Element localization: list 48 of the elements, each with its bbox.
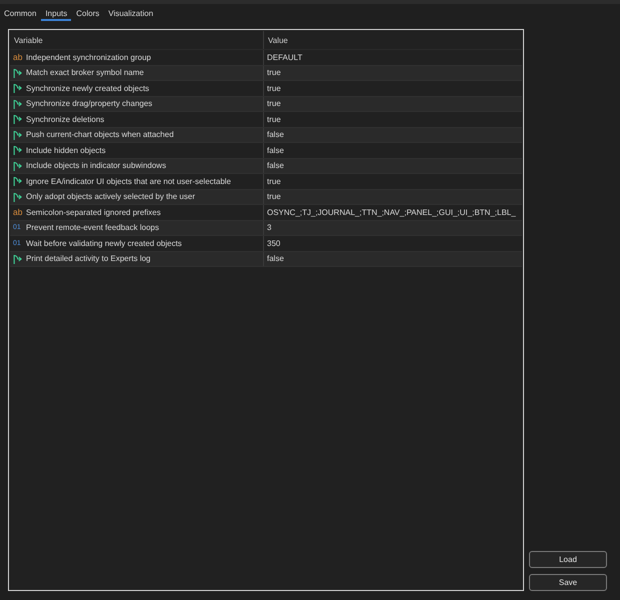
save-button[interactable]: Save <box>529 574 607 591</box>
value-text[interactable]: true <box>267 99 281 108</box>
variable-name: Match exact broker symbol name <box>26 68 144 78</box>
column-header: Value <box>267 34 289 46</box>
bent-arrow-icon <box>13 160 22 171</box>
variable-name: Ignore EA/indicator UI objects that are not user-selectable <box>26 176 231 186</box>
variable-name: Prevent remote-event feedback loops <box>26 223 159 232</box>
bent-arrow-icon <box>13 192 22 202</box>
tab[interactable]: Common <box>0 4 40 21</box>
variable-name: Print detailed activity to Experts log <box>26 254 151 264</box>
variable-name: Independent synchronization group <box>26 52 151 62</box>
string-type-mark: ab <box>13 208 23 216</box>
bent-arrow-icon <box>13 114 22 124</box>
bent-arrow-icon <box>13 145 22 156</box>
string-type-mark: ab <box>13 53 23 62</box>
value-text[interactable]: OSYNC_;TJ_;JOURNAL_;TTN_;NAV_;PANEL_;GUI_;UI_;BTN_;LBL_ <box>267 208 516 217</box>
bent-arrow-icon <box>13 98 22 109</box>
bent-arrow-icon <box>13 176 22 186</box>
bent-arrow-icon <box>13 83 22 94</box>
variable-name: Push current-chart objects when attached <box>26 130 174 140</box>
value-text[interactable]: true <box>267 68 281 78</box>
variable-name: Semicolon-separated ignored prefixes <box>26 208 161 217</box>
variable-name: Synchronize deletions <box>26 114 104 124</box>
variable-name: Include hidden objects <box>26 146 106 155</box>
tab[interactable]: Inputs <box>41 4 72 21</box>
value-text[interactable]: 3 <box>267 223 272 232</box>
value-text[interactable]: true <box>267 192 281 202</box>
value-text[interactable]: false <box>267 161 284 170</box>
value-text[interactable]: false <box>267 254 284 264</box>
variable-name: Synchronize drag/property changes <box>26 99 152 108</box>
variable-name: Include objects in indicator subwindows <box>26 161 166 170</box>
value-text[interactable]: true <box>267 84 281 93</box>
load-button[interactable]: Load <box>529 551 607 568</box>
value-text[interactable]: false <box>267 146 284 155</box>
value-text[interactable]: false <box>267 130 284 140</box>
variable-name: Wait before validating newly created objects <box>26 238 182 248</box>
value-text[interactable]: true <box>267 176 281 186</box>
bent-arrow-icon <box>13 130 22 140</box>
value-text[interactable]: true <box>267 114 281 124</box>
value-text[interactable]: DEFAULT <box>267 52 302 62</box>
tab[interactable]: Colors <box>72 4 104 21</box>
variable-name: Synchronize newly created objects <box>26 84 150 93</box>
tab[interactable]: Visualization <box>104 4 158 21</box>
column-header: Variable <box>10 31 264 49</box>
bent-arrow-icon <box>13 254 22 264</box>
bent-arrow-icon <box>13 68 22 78</box>
variable-name: Only adopt objects actively selected by the user <box>26 192 195 202</box>
value-text[interactable]: 350 <box>267 238 280 248</box>
